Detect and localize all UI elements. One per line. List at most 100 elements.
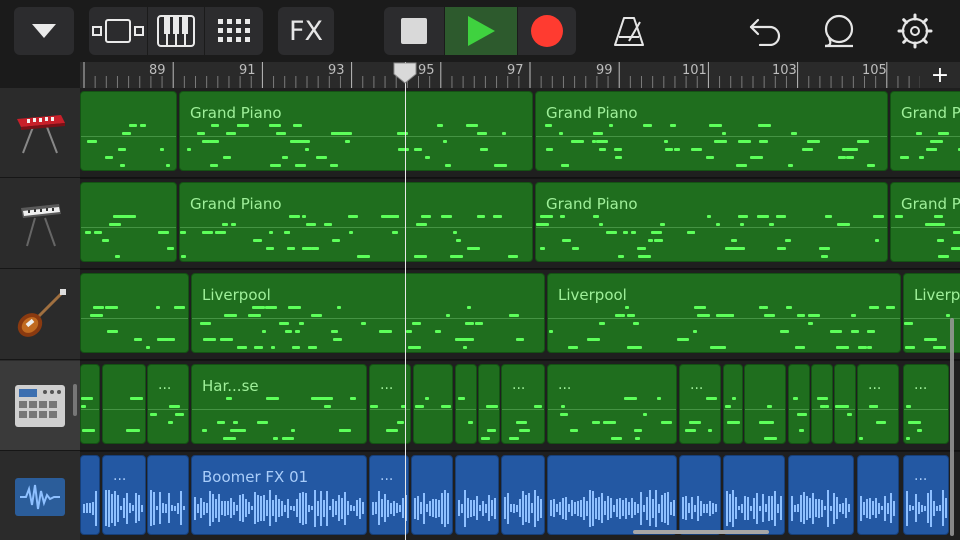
tracks-view-button[interactable]: [89, 7, 147, 55]
region[interactable]: Grand Piano: [179, 91, 533, 171]
region[interactable]: ...: [547, 364, 677, 444]
region[interactable]: [102, 364, 146, 444]
region[interactable]: [857, 455, 899, 535]
keyboard-button[interactable]: [148, 7, 204, 55]
waveform-bar: [565, 496, 567, 520]
region-loop-line: [180, 136, 532, 137]
grid-button[interactable]: [205, 7, 263, 55]
region[interactable]: Boomer FX 01: [191, 455, 367, 535]
waveform-bar: [329, 506, 331, 510]
waveform-bar: [230, 498, 232, 518]
region[interactable]: [723, 455, 785, 535]
region[interactable]: [455, 455, 499, 535]
region[interactable]: [80, 182, 177, 262]
region[interactable]: Grand Piano: [179, 182, 533, 262]
midi-note: [835, 405, 842, 408]
waveform-bar: [384, 494, 386, 522]
region[interactable]: ...: [501, 364, 545, 444]
region[interactable]: [80, 91, 177, 171]
region[interactable]: [811, 364, 833, 444]
vertical-scrollbar[interactable]: [950, 318, 954, 536]
stop-icon: [401, 18, 427, 44]
region[interactable]: [501, 455, 545, 535]
track-header-stage-piano[interactable]: [0, 179, 80, 269]
undo-button[interactable]: [743, 7, 787, 55]
region-loop-line: [536, 136, 887, 137]
waveform-bar: [634, 501, 636, 515]
midi-note: [168, 338, 175, 341]
midi-note: [759, 306, 763, 309]
record-button[interactable]: [518, 7, 576, 55]
waveform-bar: [461, 503, 463, 513]
track-header-drum-machine[interactable]: [0, 361, 80, 451]
settings-button[interactable]: [893, 7, 937, 55]
fx-button[interactable]: FX: [278, 7, 334, 55]
midi-note: [306, 223, 316, 226]
midi-note: [572, 247, 579, 250]
region[interactable]: ...: [903, 455, 949, 535]
loop-button[interactable]: [817, 7, 861, 55]
region[interactable]: ...: [369, 455, 409, 535]
metronome-button[interactable]: [607, 7, 651, 55]
record-icon: [531, 15, 563, 47]
waveform-bar: [824, 506, 826, 510]
region[interactable]: Grand Piano: [890, 91, 960, 171]
region-name: ...: [914, 468, 928, 484]
waveform-bar: [212, 494, 214, 522]
playhead-handle[interactable]: [393, 62, 417, 84]
track-header-keyboard[interactable]: [0, 88, 80, 178]
region[interactable]: [723, 364, 743, 444]
region[interactable]: Grand Piano: [890, 182, 960, 262]
region[interactable]: ...: [857, 364, 899, 444]
region[interactable]: ...: [903, 364, 949, 444]
midi-note: [146, 346, 150, 349]
region[interactable]: [679, 455, 721, 535]
timeline-ruler[interactable]: 89 91 93 95 97 99 101 103 105: [80, 62, 960, 88]
midi-note: [625, 306, 629, 309]
region[interactable]: [744, 364, 786, 444]
region[interactable]: [478, 364, 500, 444]
stop-button[interactable]: [384, 7, 444, 55]
track-header-bass[interactable]: [0, 270, 80, 360]
midi-note: [508, 255, 518, 258]
region[interactable]: [411, 455, 453, 535]
midi-note: [623, 231, 628, 234]
midi-note: [606, 231, 617, 234]
waveform-bar: [308, 504, 310, 512]
waveform-bar: [649, 490, 651, 526]
browser-menu-button[interactable]: [14, 7, 74, 55]
region[interactable]: Har...se: [191, 364, 367, 444]
track-header-scroll-handle[interactable]: [73, 384, 77, 416]
region[interactable]: ...: [679, 364, 721, 444]
region[interactable]: [834, 364, 856, 444]
horizontal-scrollbar[interactable]: [633, 530, 769, 534]
waveform-bar: [933, 500, 935, 516]
region[interactable]: ...: [147, 364, 189, 444]
region[interactable]: Grand Piano: [535, 91, 888, 171]
region[interactable]: [147, 455, 189, 535]
track-header-audio[interactable]: [0, 452, 80, 540]
region[interactable]: Liverpool: [547, 273, 901, 353]
midi-note: [593, 132, 603, 135]
region[interactable]: [80, 455, 100, 535]
region[interactable]: [80, 364, 100, 444]
region[interactable]: ...: [102, 455, 146, 535]
region[interactable]: Liverpool: [191, 273, 545, 353]
play-button[interactable]: [445, 7, 517, 55]
waveform-bar: [372, 501, 374, 515]
region[interactable]: [80, 273, 189, 353]
region[interactable]: [455, 364, 477, 444]
waveform-bar: [390, 502, 392, 514]
add-section-button[interactable]: +: [920, 62, 960, 88]
region[interactable]: [413, 364, 453, 444]
region[interactable]: [547, 455, 677, 535]
region[interactable]: Grand Piano: [535, 182, 888, 262]
region[interactable]: [788, 364, 810, 444]
midi-note: [926, 148, 937, 151]
waveform-bar: [275, 494, 277, 522]
midi-note: [799, 429, 804, 432]
region[interactable]: [788, 455, 854, 535]
tracks-area[interactable]: Grand Piano Grand Piano Grand Piano Gran…: [80, 88, 960, 540]
waveform-bar: [741, 503, 743, 513]
midi-note: [946, 314, 950, 317]
